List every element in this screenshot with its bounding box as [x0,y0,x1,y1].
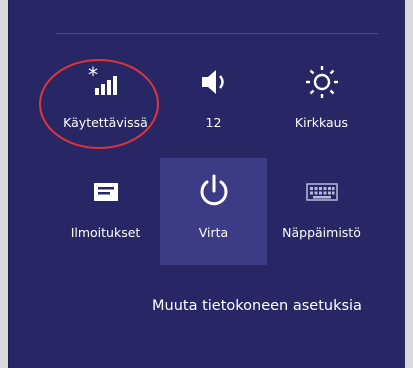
brightness-label: Kirkkaus [294,115,349,130]
settings-charm-panel: * Käytettävissä 12 Kirkkaus Ilmoitukset … [8,0,405,368]
network-tile[interactable]: * Käytettävissä [52,48,159,155]
volume-icon [160,62,267,102]
network-signal-icon: * [52,62,159,102]
keyboard-tile[interactable]: Näppäimistö [268,158,375,265]
notifications-icon [52,172,159,212]
volume-label: 12 [205,115,222,130]
power-label: Virta [198,225,229,240]
divider [56,33,378,34]
keyboard-icon [268,172,375,212]
notifications-label: Ilmoitukset [70,225,141,240]
power-tile[interactable]: Virta [160,158,267,265]
brightness-icon [268,62,375,102]
network-label: Käytettävissä [63,115,148,130]
change-pc-settings-link[interactable]: Muuta tietokoneen asetuksia [152,298,362,314]
brightness-tile[interactable]: Kirkkaus [268,48,375,155]
power-icon [160,172,267,212]
volume-tile[interactable]: 12 [160,48,267,155]
notifications-tile[interactable]: Ilmoitukset [52,158,159,265]
keyboard-label: Näppäimistö [282,225,361,240]
svg-text:*: * [88,65,98,87]
